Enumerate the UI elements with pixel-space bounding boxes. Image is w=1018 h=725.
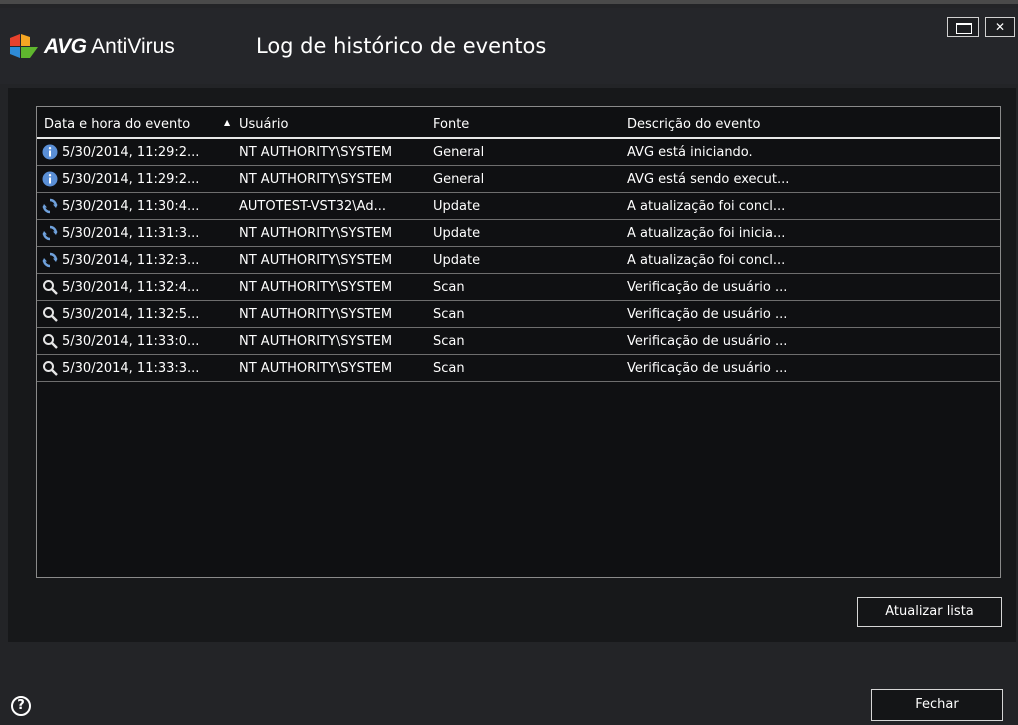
event-user-cell: NT AUTHORITY\SYSTEM (239, 172, 393, 187)
event-user-cell: NT AUTHORITY\SYSTEM (239, 307, 393, 322)
event-date-cell: 5/30/2014, 11:32:5... (62, 307, 200, 322)
refresh-list-button[interactable]: Atualizar lista (857, 597, 1002, 627)
update-icon (42, 252, 58, 268)
event-date-cell: 5/30/2014, 11:33:3... (62, 361, 200, 376)
table-row[interactable]: 5/30/2014, 11:30:4... AUTOTEST-VST32\Ad..… (37, 193, 1000, 220)
scan-icon (42, 279, 58, 295)
title-bar: AVG AntiVirus Log de histórico de evento… (0, 8, 1018, 84)
event-source-cell: Update (433, 226, 481, 241)
column-header-description[interactable]: Descrição do evento (627, 117, 760, 132)
event-description-cell: A atualização foi inicia... (627, 226, 786, 241)
event-description-cell: Verificação de usuário ... (627, 361, 788, 376)
column-header-date[interactable]: Data e hora do evento (44, 117, 190, 132)
scan-icon (42, 306, 58, 322)
info-icon (42, 171, 58, 187)
table-row[interactable]: 5/30/2014, 11:29:2... NT AUTHORITY\SYSTEM… (37, 139, 1000, 166)
update-icon (42, 198, 58, 214)
close-window-button[interactable]: ✕ (985, 17, 1015, 37)
table-row[interactable]: 5/30/2014, 11:32:5... NT AUTHORITY\SYSTEM… (37, 301, 1000, 328)
info-icon (42, 144, 58, 160)
event-description-cell: A atualização foi concl... (627, 199, 786, 214)
maximize-button[interactable] (947, 17, 979, 37)
event-user-cell: NT AUTHORITY\SYSTEM (239, 145, 393, 160)
update-icon (42, 225, 58, 241)
event-source-cell: Scan (433, 361, 465, 376)
help-icon[interactable]: ? (11, 696, 31, 716)
event-date-cell: 5/30/2014, 11:29:2... (62, 145, 200, 160)
event-source-cell: Update (433, 199, 481, 214)
event-source-cell: Scan (433, 307, 465, 322)
maximize-icon (956, 23, 972, 34)
sort-ascending-icon: ▲ (224, 118, 231, 127)
event-log-list[interactable]: Data e hora do evento ▲ Usuário Fonte De… (36, 106, 1001, 578)
event-date-cell: 5/30/2014, 11:33:0... (62, 334, 200, 349)
app-brand: AVG AntiVirus (44, 35, 175, 59)
avg-logo-icon (10, 34, 38, 58)
table-row[interactable]: 5/30/2014, 11:29:2... NT AUTHORITY\SYSTEM… (37, 166, 1000, 193)
table-body: 5/30/2014, 11:29:2... NT AUTHORITY\SYSTEM… (37, 139, 1000, 382)
event-source-cell: Scan (433, 334, 465, 349)
event-date-cell: 5/30/2014, 11:32:3... (62, 253, 200, 268)
event-source-cell: Update (433, 253, 481, 268)
table-row[interactable]: 5/30/2014, 11:33:0... NT AUTHORITY\SYSTEM… (37, 328, 1000, 355)
avg-window: AVG AntiVirus Log de histórico de evento… (0, 0, 1018, 725)
table-row[interactable]: 5/30/2014, 11:33:3... NT AUTHORITY\SYSTEM… (37, 355, 1000, 382)
event-date-cell: 5/30/2014, 11:31:3... (62, 226, 200, 241)
event-date-cell: 5/30/2014, 11:32:4... (62, 280, 200, 295)
scan-icon (42, 360, 58, 376)
brand-product: AntiVirus (91, 35, 175, 58)
scan-icon (42, 333, 58, 349)
event-description-cell: Verificação de usuário ... (627, 307, 788, 322)
event-description-cell: AVG está iniciando. (627, 145, 753, 160)
event-source-cell: General (433, 145, 485, 160)
event-description-cell: A atualização foi concl... (627, 253, 786, 268)
event-description-cell: AVG está sendo execut... (627, 172, 790, 187)
event-user-cell: NT AUTHORITY\SYSTEM (239, 280, 393, 295)
column-header-source[interactable]: Fonte (433, 117, 469, 132)
brand-avg: AVG (44, 35, 87, 58)
event-user-cell: AUTOTEST-VST32\Ad... (239, 199, 386, 214)
close-button[interactable]: Fechar (871, 689, 1003, 721)
event-source-cell: Scan (433, 280, 465, 295)
column-header-user[interactable]: Usuário (239, 117, 288, 132)
event-description-cell: Verificação de usuário ... (627, 334, 788, 349)
event-date-cell: 5/30/2014, 11:29:2... (62, 172, 200, 187)
table-row[interactable]: 5/30/2014, 11:31:3... NT AUTHORITY\SYSTEM… (37, 220, 1000, 247)
event-date-cell: 5/30/2014, 11:30:4... (62, 199, 200, 214)
table-row[interactable]: 5/30/2014, 11:32:4... NT AUTHORITY\SYSTEM… (37, 274, 1000, 301)
event-user-cell: NT AUTHORITY\SYSTEM (239, 253, 393, 268)
event-description-cell: Verificação de usuário ... (627, 280, 788, 295)
event-user-cell: NT AUTHORITY\SYSTEM (239, 361, 393, 376)
table-header: Data e hora do evento ▲ Usuário Fonte De… (37, 107, 1000, 139)
event-user-cell: NT AUTHORITY\SYSTEM (239, 334, 393, 349)
dialog-title: Log de histórico de eventos (256, 34, 547, 58)
event-user-cell: NT AUTHORITY\SYSTEM (239, 226, 393, 241)
table-row[interactable]: 5/30/2014, 11:32:3... NT AUTHORITY\SYSTEM… (37, 247, 1000, 274)
close-icon: ✕ (994, 20, 1006, 34)
event-source-cell: General (433, 172, 485, 187)
